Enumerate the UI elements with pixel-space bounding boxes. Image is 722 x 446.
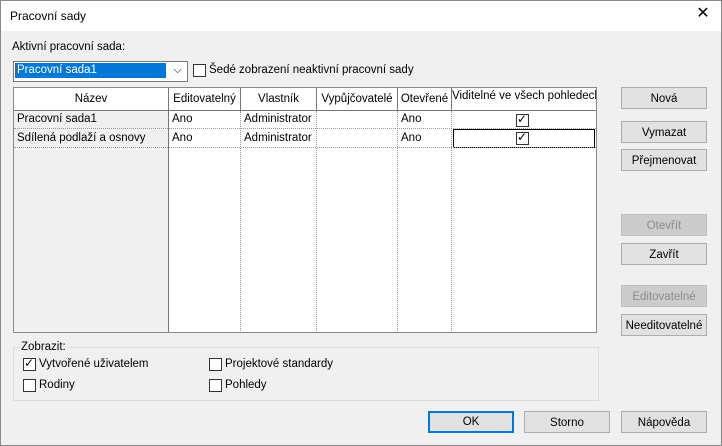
- header-borrowers[interactable]: Vypůjčovatelé: [317, 88, 398, 111]
- cancel-button-label: Storno: [550, 417, 584, 429]
- cancel-button[interactable]: Storno: [524, 411, 610, 433]
- worksets-dialog: Pracovní sady ✕ Aktivní pracovní sada: P…: [0, 0, 722, 446]
- gray-inactive-checkbox[interactable]: [193, 64, 206, 77]
- user-created-checkbox[interactable]: ✓: [23, 356, 36, 371]
- row2-owner: Administrator: [244, 132, 312, 144]
- project-standards-label: Projektové standardy: [225, 358, 334, 370]
- row2-opened: Ano: [401, 132, 422, 144]
- delete-button-label: Vymazat: [641, 127, 687, 139]
- row1-borrowers: [317, 110, 397, 128]
- header-opened[interactable]: Otevřené: [398, 88, 452, 111]
- row-separator: [14, 147, 596, 148]
- help-button-label: Nápověda: [637, 417, 691, 429]
- views-checkbox[interactable]: [209, 379, 222, 392]
- families-label: Rodiny: [39, 379, 75, 391]
- header-owner[interactable]: Vlastník: [241, 88, 317, 111]
- active-workset-value: Pracovní sada1: [15, 63, 166, 78]
- row1-editable[interactable]: Ano: [169, 110, 240, 128]
- ok-button[interactable]: OK: [428, 411, 514, 433]
- help-button[interactable]: Nápověda: [621, 411, 707, 433]
- row2-editable[interactable]: Ano: [169, 129, 240, 147]
- header-visible[interactable]: Viditelné ve všech pohledech: [452, 88, 596, 111]
- header-name[interactable]: Název: [14, 88, 169, 111]
- editable-button-label: Editovatelné: [632, 291, 696, 303]
- header-editable[interactable]: Editovatelný: [169, 88, 241, 111]
- editable-button[interactable]: Editovatelné: [621, 285, 707, 307]
- rename-button[interactable]: Přejmenovat: [621, 149, 707, 171]
- column-divider: [451, 111, 452, 332]
- rename-button-label: Přejmenovat: [631, 155, 697, 167]
- show-group-label: Zobrazit:: [19, 341, 68, 353]
- close-button[interactable]: Zavřít: [621, 243, 707, 265]
- close-button-label: Zavřít: [649, 249, 679, 261]
- open-button-label: Otevřít: [646, 220, 682, 232]
- row1-visible-checkbox[interactable]: ✓: [516, 112, 529, 127]
- row2-borrowers: [317, 129, 397, 147]
- row2-visible-checkbox[interactable]: ✓: [516, 130, 529, 145]
- non-editable-button-label: Needitovatelné: [625, 320, 703, 332]
- delete-button[interactable]: Vymazat: [621, 121, 707, 143]
- new-button[interactable]: Nová: [621, 87, 707, 109]
- window-title: Pracovní sady: [10, 9, 87, 23]
- row1-opened: Ano: [401, 113, 422, 125]
- active-workset-label: Aktivní pracovní sada:: [12, 41, 126, 53]
- show-group: [13, 347, 599, 401]
- project-standards-checkbox[interactable]: [209, 358, 222, 371]
- row1-owner: Administrator: [244, 113, 312, 125]
- ok-button-label: OK: [462, 416, 480, 428]
- row1-name[interactable]: Pracovní sada1: [14, 110, 168, 128]
- active-workset-dropdown[interactable]: Pracovní sada1 ⌵: [13, 61, 188, 82]
- user-created-label: Vytvořené uživatelem: [39, 358, 149, 370]
- title-bar: Pracovní sady ✕: [1, 1, 721, 31]
- row2-name[interactable]: Sdílená podlaží a osnovy: [14, 129, 168, 147]
- new-button-label: Nová: [650, 93, 678, 105]
- non-editable-button[interactable]: Needitovatelné: [621, 314, 707, 336]
- views-label: Pohledy: [225, 379, 267, 391]
- families-checkbox[interactable]: [23, 379, 36, 392]
- worksets-table: Název Editovatelný Vlastník Vypůjčovatel…: [13, 87, 597, 333]
- chevron-down-icon[interactable]: ⌵: [168, 62, 187, 81]
- close-icon[interactable]: ✕: [695, 6, 711, 22]
- gray-inactive-label: Šedé zobrazení neaktivní pracovní sady: [209, 64, 414, 76]
- open-button[interactable]: Otevřít: [621, 214, 707, 236]
